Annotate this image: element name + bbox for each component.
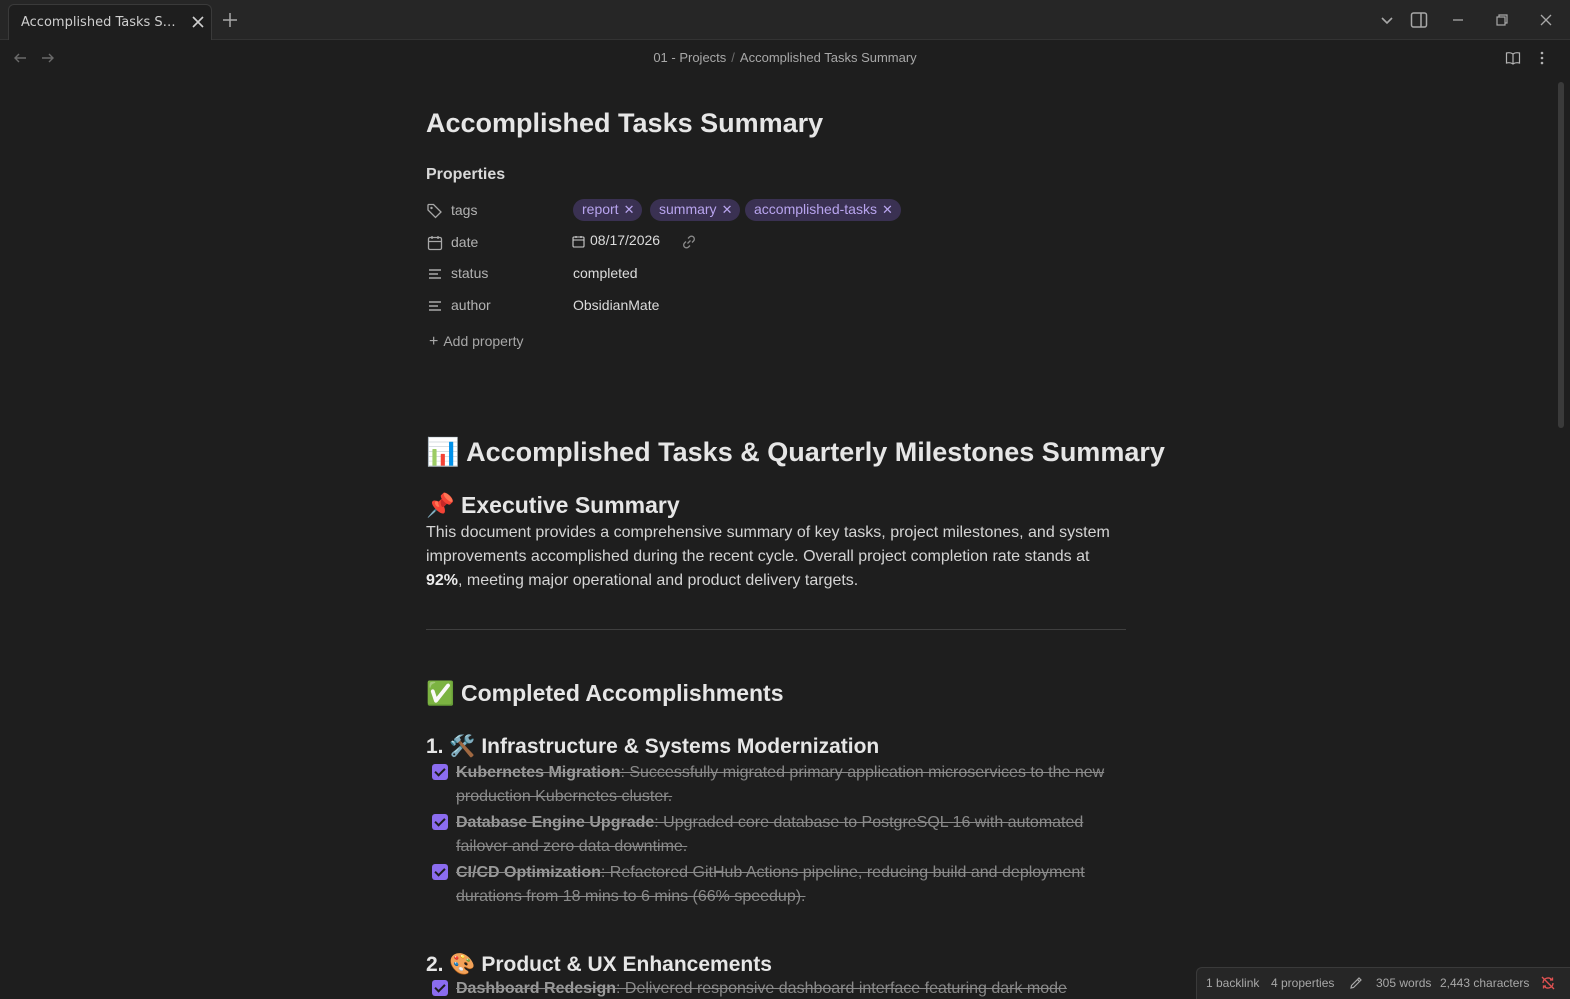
task-checkbox[interactable] <box>432 864 448 880</box>
heading-executive-summary: 📌 Executive Summary <box>426 492 680 518</box>
tab-title: Accomplished Tasks Summary <box>21 15 181 30</box>
property-author: author ObsidianMate <box>426 294 1126 318</box>
breadcrumb: 01 - Projects / Accomplished Tasks Summary <box>0 50 1570 65</box>
task-title: Database Engine Upgrade <box>456 814 655 831</box>
task-title: Dashboard Redesign <box>456 980 617 997</box>
tag-pill-report[interactable]: report ✕ <box>573 199 643 221</box>
text-lines-icon <box>429 301 441 311</box>
property-tags: tags report ✕ summary ✕ accomplished-tasks… <box>426 199 1126 223</box>
remove-tag-icon[interactable]: ✕ <box>722 202 733 217</box>
task-checkbox[interactable] <box>432 764 448 780</box>
restore-icon[interactable] <box>1492 10 1512 30</box>
word-count: 305 words <box>1376 976 1432 990</box>
status-value[interactable]: completed <box>573 265 638 281</box>
task-checkbox[interactable] <box>432 814 448 830</box>
backlinks-count[interactable]: 1 backlink <box>1206 976 1259 990</box>
task-checkbox[interactable] <box>432 980 448 996</box>
property-key-tags[interactable]: tags <box>451 202 477 218</box>
property-key-date[interactable]: date <box>451 234 478 250</box>
add-property-label: Add property <box>443 333 524 349</box>
status-bar: 1 backlink 4 properties 305 words 2,443 … <box>1196 967 1570 999</box>
character-count: 2,443 characters <box>1440 976 1530 990</box>
navigation-bar: 01 - Projects / Accomplished Tasks Summary <box>0 41 1570 75</box>
scrollbar[interactable] <box>1558 82 1564 428</box>
tag-pill-accomplished-tasks[interactable]: accomplished-tasks ✕ <box>745 199 901 221</box>
heading-completed-accomplishments: ✅ Completed Accomplishments <box>426 680 784 706</box>
add-property-button[interactable]: + Add property <box>429 333 524 351</box>
property-key-author[interactable]: author <box>451 297 491 313</box>
tag-icon <box>427 203 442 219</box>
sidebar-toggle-icon[interactable] <box>1409 10 1429 30</box>
executive-summary-paragraph: This document provides a comprehensive s… <box>426 521 1126 593</box>
completion-rate: 92% <box>426 572 459 589</box>
task-text: Kubernetes Migration: Successfully migra… <box>456 761 1116 809</box>
summary-text-end: , meeting major operational and product … <box>458 572 859 589</box>
tag-pill-summary[interactable]: summary ✕ <box>650 199 741 221</box>
properties-count[interactable]: 4 properties <box>1271 976 1334 990</box>
task-desc: : Delivered responsive dashboard interfa… <box>616 980 1067 997</box>
task-text: CI/CD Optimization: Refactored GitHub Ac… <box>456 861 1116 909</box>
calendar-icon <box>427 236 443 251</box>
property-key-status[interactable]: status <box>451 265 488 281</box>
chevron-down-icon[interactable] <box>1377 10 1397 30</box>
properties-heading[interactable]: Properties <box>426 166 505 184</box>
tag-label: report <box>582 201 619 217</box>
remove-tag-icon[interactable]: ✕ <box>882 202 893 217</box>
heading-product-ux: 2. 🎨 Product & UX Enhancements <box>426 953 772 976</box>
breadcrumb-file[interactable]: Accomplished Tasks Summary <box>740 50 917 65</box>
plus-icon: + <box>429 333 439 350</box>
breadcrumb-separator: / <box>731 50 735 65</box>
tag-label: accomplished-tasks <box>754 201 877 217</box>
minimize-icon[interactable] <box>1448 10 1468 30</box>
calendar-icon[interactable] <box>572 235 585 248</box>
tag-label: summary <box>659 201 717 217</box>
close-window-icon[interactable] <box>1536 10 1556 30</box>
plus-icon[interactable] <box>221 11 239 29</box>
more-icon[interactable] <box>1534 50 1550 66</box>
task-text: Dashboard Redesign: Delivered responsive… <box>456 977 1116 999</box>
close-icon[interactable] <box>189 13 207 31</box>
breadcrumb-folder[interactable]: 01 - Projects <box>653 50 726 65</box>
pencil-icon[interactable] <box>1348 975 1364 991</box>
heading-infrastructure: 1. 🛠️ Infrastructure & Systems Moderniza… <box>426 735 880 758</box>
property-status: status completed <box>426 262 1126 286</box>
summary-text: This document provides a comprehensive s… <box>426 524 1110 565</box>
property-date: date 08/17/2026 <box>426 231 1126 255</box>
horizontal-rule <box>426 629 1126 630</box>
title-bar: Accomplished Tasks Summary <box>0 0 1570 40</box>
author-value[interactable]: ObsidianMate <box>573 297 659 313</box>
text-lines-icon <box>429 269 441 279</box>
link-icon[interactable] <box>681 234 697 250</box>
task-title: CI/CD Optimization <box>456 864 601 881</box>
date-value[interactable]: 08/17/2026 <box>590 232 660 248</box>
heading-main: 📊 Accomplished Tasks & Quarterly Milesto… <box>426 437 1165 467</box>
note-title[interactable]: Accomplished Tasks Summary <box>426 108 823 139</box>
book-icon[interactable] <box>1505 50 1521 66</box>
tab-active-note[interactable]: Accomplished Tasks Summary <box>8 4 212 40</box>
remove-tag-icon[interactable]: ✕ <box>624 202 635 217</box>
sync-off-icon[interactable] <box>1540 975 1556 991</box>
task-text: Database Engine Upgrade: Upgraded core d… <box>456 811 1116 859</box>
task-title: Kubernetes Migration <box>456 764 621 781</box>
